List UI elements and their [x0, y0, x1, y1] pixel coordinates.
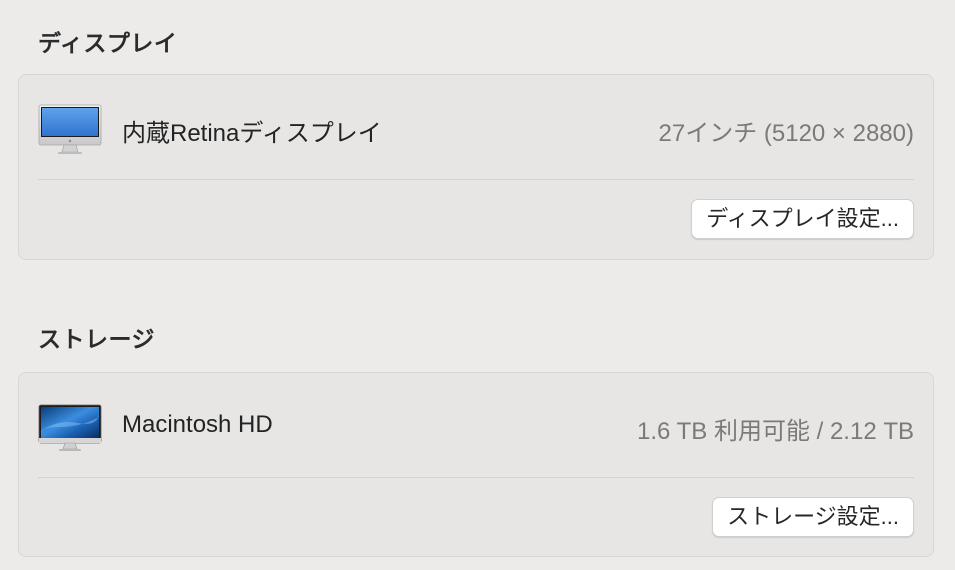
- hard-drive-display-icon: [38, 404, 102, 451]
- display-size-value: 27インチ (5120 × 2880): [658, 120, 914, 147]
- storage-name-label: Macintosh HD: [122, 411, 273, 438]
- display-row: 内蔵Retinaディスプレイ 27インチ (5120 × 2880): [19, 75, 933, 180]
- storage-panel: Macintosh HD 1.6 TB 利用可能 / 2.12 TB ストレージ…: [18, 372, 934, 557]
- imac-display-icon: [38, 104, 102, 154]
- storage-divider: [38, 477, 914, 478]
- display-settings-button[interactable]: ディスプレイ設定...: [691, 199, 914, 239]
- display-divider: [38, 179, 914, 180]
- display-name-label: 内蔵Retinaディスプレイ: [122, 120, 382, 147]
- display-section-title: ディスプレイ: [38, 30, 178, 56]
- storage-row: Macintosh HD 1.6 TB 利用可能 / 2.12 TB: [19, 373, 933, 478]
- storage-settings-button[interactable]: ストレージ設定...: [712, 497, 914, 537]
- storage-section-title: ストレージ: [38, 326, 156, 352]
- storage-capacity-value: 1.6 TB 利用可能 / 2.12 TB: [637, 418, 914, 445]
- display-panel: 内蔵Retinaディスプレイ 27インチ (5120 × 2880) ディスプレ…: [18, 74, 934, 260]
